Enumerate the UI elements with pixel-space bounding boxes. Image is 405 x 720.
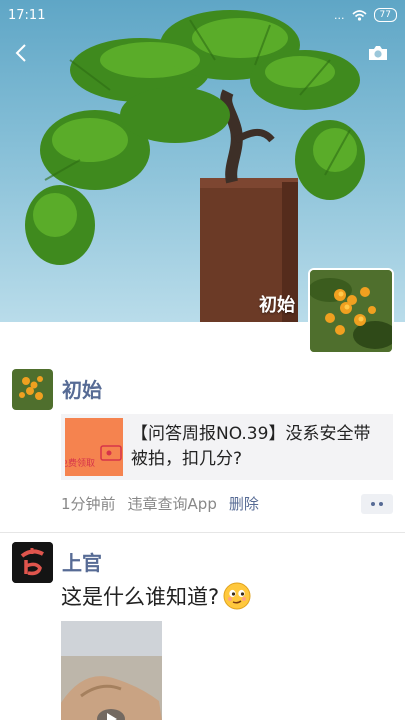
wifi-icon bbox=[352, 9, 367, 21]
post-text: 这是什么谁知道? bbox=[61, 581, 251, 611]
camera-icon bbox=[369, 46, 387, 60]
osmanthus-avatar-image bbox=[12, 369, 53, 410]
signal-icon: ... bbox=[334, 8, 345, 22]
back-icon bbox=[15, 44, 26, 62]
status-time: 17:11 bbox=[8, 7, 46, 23]
moment-post: 上官 这是什么谁知道? bbox=[0, 532, 405, 720]
cover-owner-name: 初始 bbox=[259, 295, 295, 316]
post-text-content: 这是什么谁知道? bbox=[61, 585, 220, 609]
back-button[interactable] bbox=[6, 38, 36, 68]
author-avatar[interactable] bbox=[12, 542, 53, 583]
shared-link-title: 【问答周报NO.39】没系安全带被拍，扣几分? bbox=[131, 424, 371, 469]
link-thumbnail: 免费领取 bbox=[65, 418, 123, 476]
status-indicators: ... 77 bbox=[334, 8, 397, 22]
osmanthus-avatar-image bbox=[310, 270, 392, 352]
smirk-emoji-icon bbox=[223, 582, 251, 610]
camera-button[interactable] bbox=[363, 38, 393, 68]
post-meta: 1分钟前 违章查询App 删除 bbox=[61, 493, 259, 514]
battery-indicator: 77 bbox=[373, 8, 397, 22]
calligraphy-avatar-image bbox=[12, 542, 53, 583]
post-time: 1分钟前 bbox=[61, 495, 116, 513]
status-bar: 17:11 ... 77 bbox=[0, 0, 405, 30]
author-name[interactable]: 上官 bbox=[62, 547, 102, 576]
author-avatar[interactable] bbox=[12, 369, 53, 410]
owner-avatar[interactable] bbox=[308, 268, 394, 354]
hand-holding-object-image bbox=[61, 621, 162, 720]
author-name[interactable]: 初始 bbox=[62, 374, 102, 403]
post-source[interactable]: 违章查询App bbox=[128, 493, 217, 514]
moment-post: 初始 免费领取 【问答周报NO.39】没系安全带被拍，扣几分? 1分钟前 违章查… bbox=[0, 360, 405, 530]
delete-button[interactable]: 删除 bbox=[229, 493, 259, 514]
thumbnail-caption: 免费领取 bbox=[65, 459, 96, 469]
post-photo[interactable] bbox=[61, 621, 162, 720]
more-dots-icon[interactable] bbox=[361, 494, 393, 514]
shared-link-card[interactable]: 免费领取 【问答周报NO.39】没系安全带被拍，扣几分? bbox=[61, 414, 393, 480]
